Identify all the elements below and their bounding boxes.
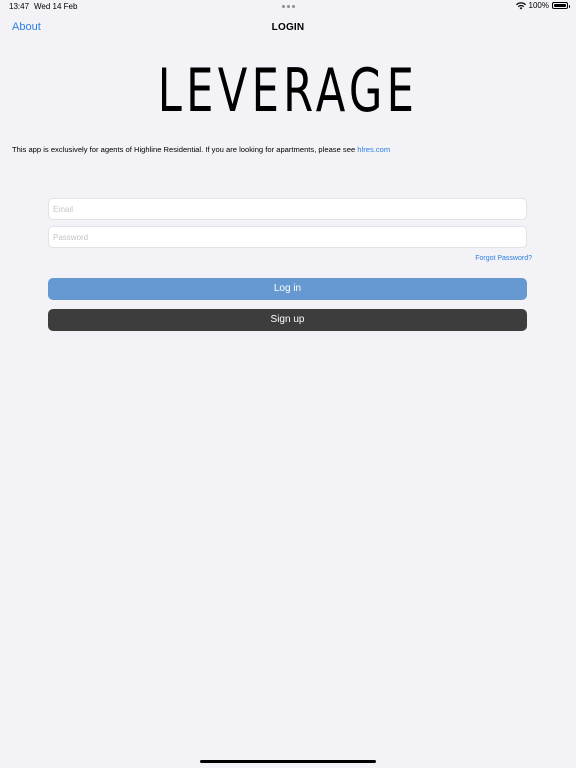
- email-field[interactable]: [48, 198, 527, 220]
- forgot-password-link[interactable]: Forgot Password?: [475, 255, 532, 262]
- battery-icon: [552, 2, 570, 9]
- page-title: LOGIN: [271, 22, 305, 33]
- battery-fill: [554, 4, 566, 7]
- status-time: 13:47: [9, 2, 30, 11]
- multitasking-dots-icon[interactable]: [282, 5, 295, 8]
- status-bar: 13:47 Wed 14 Feb 100%: [0, 0, 576, 14]
- home-indicator[interactable]: [200, 760, 376, 763]
- status-indicators: 100%: [515, 1, 570, 10]
- navigation-bar: About LOGIN: [0, 14, 576, 42]
- login-button[interactable]: Log in: [48, 278, 527, 300]
- hlres-link[interactable]: hlres.com: [357, 145, 390, 154]
- notice-text: This app is exclusively for agents of Hi…: [12, 145, 358, 154]
- leverage-logo: LEVERAGE: [157, 56, 419, 126]
- status-date: Wed 14 Feb: [34, 2, 78, 11]
- password-field[interactable]: [48, 226, 527, 248]
- agent-notice: This app is exclusively for agents of Hi…: [12, 145, 390, 154]
- signup-button[interactable]: Sign up: [48, 309, 527, 331]
- battery-percent: 100%: [528, 1, 549, 10]
- wifi-icon: [515, 1, 526, 9]
